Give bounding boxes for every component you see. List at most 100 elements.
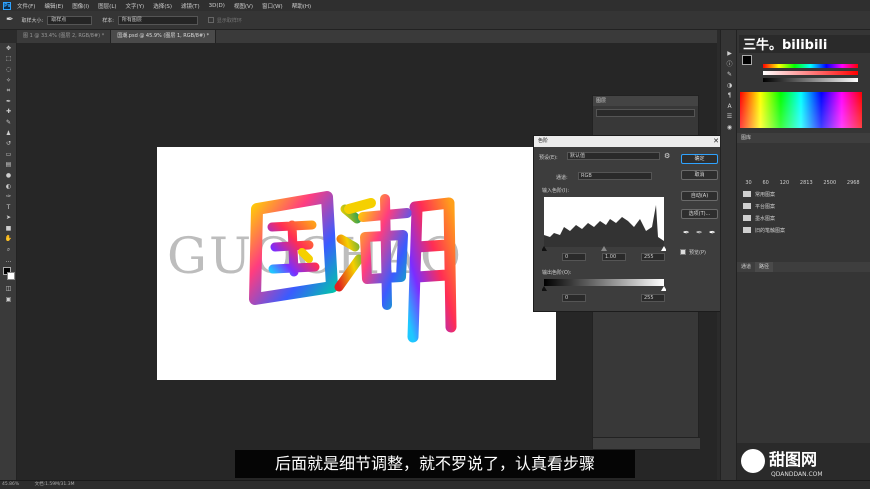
history-panel-icon[interactable]: ▶ <box>721 48 738 59</box>
foreground-color-swatch[interactable] <box>742 55 752 65</box>
library-folder-1[interactable]: 常用图案 <box>737 188 870 200</box>
sample-size-label: 取样大小: <box>21 17 44 24</box>
library-folder-4[interactable]: 旧的笔触图案 <box>737 224 870 236</box>
ok-button[interactable]: 确定 <box>681 154 718 164</box>
sample-size-select[interactable]: 取样点 <box>47 15 93 25</box>
auto-button[interactable]: 自动(A) <box>681 191 718 201</box>
eyedropper-tool-icon[interactable]: ✒ <box>0 96 17 107</box>
styles-panel-icon[interactable]: ☰ <box>721 112 738 123</box>
magic-wand-icon[interactable]: ✧ <box>0 75 17 86</box>
channel-select[interactable]: RGB <box>578 172 652 180</box>
options-button[interactable]: 选项(T)... <box>681 209 718 219</box>
character-panel-icon[interactable]: A <box>721 101 738 112</box>
gradient-tool-icon[interactable]: ▤ <box>0 160 17 171</box>
brush-size-5[interactable]: 2500 <box>823 180 836 186</box>
status-bar: 45.86% 文档:1.59M/31.3M <box>0 480 870 489</box>
site-watermark: 甜图网 QDANDDAN.COM 甜图网 QDANDDAN.COM <box>737 443 870 480</box>
folder-label: 平台图案 <box>755 203 776 210</box>
input-gamma-field[interactable]: 1.00 <box>602 253 626 261</box>
document-tabs: 图 1 @ 33.4% (图层 2, RGB/8#) * 国潮.psd @ 45… <box>17 30 717 43</box>
shape-tool-icon[interactable]: ■ <box>0 223 17 234</box>
type-tool-icon[interactable]: T <box>0 202 17 213</box>
tab-document-1[interactable]: 图 1 @ 33.4% (图层 2, RGB/8#) * <box>17 30 112 43</box>
tab-paths[interactable]: 路径 <box>755 262 774 272</box>
menu-window[interactable]: 窗口(W) <box>262 2 283 10</box>
color-swatches-icon[interactable] <box>0 265 17 283</box>
hand-tool-icon[interactable]: ✋ <box>0 234 17 245</box>
dodge-tool-icon[interactable]: ◐ <box>0 181 17 192</box>
panel-dock: ▶ ⓘ ✎ ◑ ¶ A ☰ ◉ <box>720 30 737 480</box>
hue-slider[interactable] <box>763 64 858 68</box>
gray-eyedropper-icon[interactable]: ✒ <box>696 228 703 237</box>
show-ring-checkbox[interactable] <box>207 17 214 23</box>
library-folder-2[interactable]: 平台图案 <box>737 200 870 212</box>
black-eyedropper-icon[interactable]: ✒ <box>683 228 690 237</box>
levels-title: 色阶 <box>538 138 549 144</box>
preset-gear-icon[interactable]: ⚙ <box>664 152 670 160</box>
levels-title-bar[interactable]: 色阶 ✕ <box>534 136 723 147</box>
eyedropper-icon[interactable]: ✒ <box>6 15 14 25</box>
clone-stamp-icon[interactable]: ♟ <box>0 128 17 139</box>
zoom-level[interactable]: 45.86% <box>2 482 19 487</box>
blur-tool-icon[interactable]: ● <box>0 170 17 181</box>
path-selection-icon[interactable]: ➤ <box>0 213 17 224</box>
brightness-slider[interactable] <box>763 78 858 82</box>
cancel-button[interactable]: 取消 <box>681 170 718 180</box>
menu-layer[interactable]: 图层(L) <box>98 2 116 10</box>
input-white-field[interactable]: 255 <box>641 253 665 261</box>
brush-size-3[interactable]: 120 <box>780 180 790 186</box>
saturation-slider[interactable] <box>763 71 858 75</box>
tab-document-2[interactable]: 国潮.psd @ 45.9% (图层 1, RGB/8#) * <box>111 30 217 43</box>
right-panels: 三牛。bilibili 三牛。bilibili 图库 30 60 120 281… <box>737 30 870 480</box>
brush-size-2[interactable]: 60 <box>763 180 769 186</box>
menu-help[interactable]: 帮助(H) <box>292 2 311 10</box>
folder-icon <box>743 227 751 233</box>
eraser-tool-icon[interactable]: ▭ <box>0 149 17 160</box>
output-sliders[interactable] <box>542 286 666 292</box>
input-black-field[interactable]: 0 <box>562 253 586 261</box>
canvas[interactable]: GUOCHAO <box>157 147 556 380</box>
menu-file[interactable]: 文件(F) <box>17 2 35 10</box>
sample-select[interactable]: 所有图层 <box>117 15 198 25</box>
brush-size-4[interactable]: 2813 <box>800 180 813 186</box>
brush-tool-icon[interactable]: ✎ <box>0 117 17 128</box>
brush-panel-icon[interactable]: ✎ <box>721 69 738 80</box>
library-folder-3[interactable]: 墨水图案 <box>737 212 870 224</box>
marquee-tool-icon[interactable]: ⬚ <box>0 54 17 65</box>
layers-filter-input[interactable] <box>596 109 695 117</box>
more-tools-icon[interactable]: … <box>0 255 17 266</box>
preset-select[interactable]: 默认值 <box>567 152 660 160</box>
input-sliders[interactable] <box>542 246 666 252</box>
menu-edit[interactable]: 编辑(E) <box>44 2 63 10</box>
paragraph-panel-icon[interactable]: ¶ <box>721 90 738 101</box>
lasso-tool-icon[interactable]: ◌ <box>0 64 17 75</box>
folder-label: 常用图案 <box>755 191 776 198</box>
zoom-tool-icon[interactable]: ⌕ <box>0 244 17 255</box>
brush-size-1[interactable]: 30 <box>745 180 751 186</box>
crop-tool-icon[interactable]: ⌗ <box>0 85 17 96</box>
white-eyedropper-icon[interactable]: ✒ <box>709 228 716 237</box>
healing-brush-icon[interactable]: ✚ <box>0 107 17 118</box>
close-icon[interactable]: ✕ <box>713 136 719 147</box>
menu-filter[interactable]: 滤镜(T) <box>181 2 200 10</box>
menu-3d[interactable]: 3D(D) <box>209 3 225 9</box>
preview-checkbox[interactable] <box>680 249 686 255</box>
output-white-field[interactable]: 255 <box>641 294 665 302</box>
adjustments-panel-icon[interactable]: ◑ <box>721 80 738 91</box>
menu-view[interactable]: 视图(V) <box>234 2 253 10</box>
info-panel-icon[interactable]: ⓘ <box>721 59 738 70</box>
brush-size-6[interactable]: 2968 <box>847 180 860 186</box>
screen-mode-icon[interactable]: ▣ <box>0 294 17 305</box>
tab-channels[interactable]: 通道 <box>737 262 755 272</box>
color-spectrum[interactable] <box>740 92 862 128</box>
move-tool-icon[interactable]: ✥ <box>0 43 17 54</box>
menu-image[interactable]: 图像(I) <box>72 2 89 10</box>
pen-tool-icon[interactable]: ✑ <box>0 191 17 202</box>
brush-presets: 30 60 120 2813 2500 2968 <box>740 148 865 186</box>
actions-panel-icon[interactable]: ◉ <box>721 122 738 133</box>
quick-mask-icon[interactable]: ◫ <box>0 283 17 294</box>
history-brush-icon[interactable]: ↺ <box>0 138 17 149</box>
menu-type[interactable]: 文字(Y) <box>126 2 145 10</box>
menu-select[interactable]: 选择(S) <box>153 2 172 10</box>
output-black-field[interactable]: 0 <box>562 294 586 302</box>
